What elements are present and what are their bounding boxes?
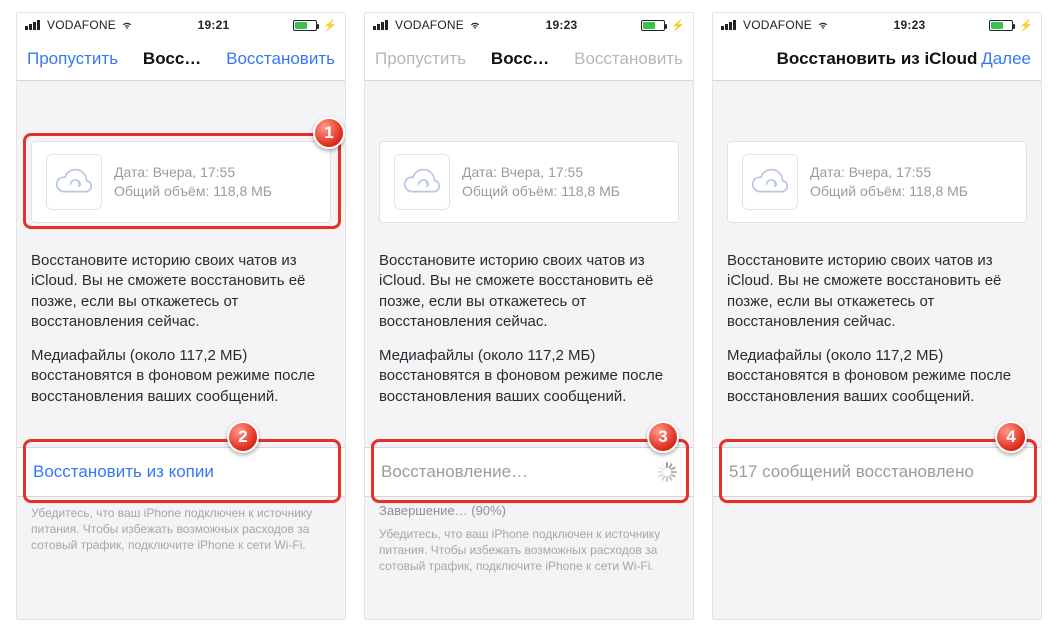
clock-label: 19:23 [894, 18, 926, 32]
wifi-power-hint: Убедитесь, что ваш iPhone подключен к ис… [365, 518, 693, 575]
screen-2: VODAFONE 19:23 ⚡ Пропустить Восс… Восста… [364, 12, 694, 620]
carrier-label: VODAFONE [47, 18, 116, 32]
nav-next-button[interactable]: Далее [981, 49, 1031, 69]
progress-text: Завершение… (90%) [365, 497, 693, 518]
backup-card: Дата: Вчера, 17:55 Общий объём: 118,8 МБ [727, 141, 1027, 223]
nav-restore-button[interactable]: Восстановить [226, 49, 335, 69]
battery-icon [293, 20, 317, 31]
carrier-label: VODAFONE [743, 18, 812, 32]
restore-desc-2: Медиафайлы (около 117,2 МБ) восстановятс… [17, 332, 345, 407]
wifi-icon [816, 18, 830, 32]
icloud-icon [46, 154, 102, 210]
charging-icon: ⚡ [1019, 19, 1033, 32]
action-label: 517 сообщений восстановлено [729, 462, 974, 482]
backup-info: Дата: Вчера, 17:55 Общий объём: 118,8 МБ [810, 163, 968, 201]
restore-desc-2: Медиафайлы (около 117,2 МБ) восстановятс… [713, 332, 1041, 407]
step-badge: 3 [647, 421, 679, 453]
status-bar: VODAFONE 19:21 ⚡ [17, 13, 345, 37]
nav-skip-button: Пропустить [375, 49, 466, 69]
signal-icon [373, 20, 388, 30]
backup-date: Дата: Вчера, 17:55 [462, 163, 620, 182]
icloud-icon [742, 154, 798, 210]
nav-title: Восс… [143, 49, 201, 69]
backup-size: Общий объём: 118,8 МБ [462, 182, 620, 201]
restore-desc-1: Восстановите историю своих чатов из iClo… [713, 237, 1041, 332]
charging-icon: ⚡ [671, 19, 685, 32]
wifi-icon [120, 18, 134, 32]
restore-desc-1: Восстановите историю своих чатов из iClo… [365, 237, 693, 332]
restore-desc-1: Восстановите историю своих чатов из iClo… [17, 237, 345, 332]
restored-status-row: 517 сообщений восстановлено [713, 447, 1041, 497]
restoring-status-row: Восстановление… [365, 447, 693, 497]
clock-label: 19:21 [198, 18, 230, 32]
nav-bar: Пропустить Восс… Восстановить [365, 37, 693, 81]
screens-row: VODAFONE 19:21 ⚡ Пропустить Восс… Восста… [0, 0, 1064, 632]
backup-card[interactable]: Дата: Вчера, 17:55 Общий объём: 118,8 МБ [31, 141, 331, 223]
icloud-icon [394, 154, 450, 210]
battery-icon [989, 20, 1013, 31]
backup-date: Дата: Вчера, 17:55 [810, 163, 968, 182]
backup-card: Дата: Вчера, 17:55 Общий объём: 118,8 МБ [379, 141, 679, 223]
signal-icon [721, 20, 736, 30]
nav-bar: Пропустить Восс… Восстановить [17, 37, 345, 81]
status-bar: VODAFONE 19:23 ⚡ [713, 13, 1041, 37]
wifi-icon [468, 18, 482, 32]
backup-date: Дата: Вчера, 17:55 [114, 163, 272, 182]
spinner-icon [657, 462, 677, 482]
clock-label: 19:23 [546, 18, 578, 32]
nav-bar: Восстановить из iCloud Далее [713, 37, 1041, 81]
carrier-label: VODAFONE [395, 18, 464, 32]
step-badge: 2 [227, 421, 259, 453]
backup-size: Общий объём: 118,8 МБ [114, 182, 272, 201]
battery-icon [641, 20, 665, 31]
content-area: Дата: Вчера, 17:55 Общий объём: 118,8 МБ… [17, 81, 345, 237]
content-area: Дата: Вчера, 17:55 Общий объём: 118,8 МБ [365, 81, 693, 237]
action-label: Восстановление… [381, 462, 528, 482]
action-label: Восстановить из копии [33, 462, 214, 482]
backup-info: Дата: Вчера, 17:55 Общий объём: 118,8 МБ [114, 163, 272, 201]
restore-from-backup-button[interactable]: Восстановить из копии [17, 447, 345, 497]
charging-icon: ⚡ [323, 19, 337, 32]
nav-title: Восс… [491, 49, 549, 69]
step-badge: 4 [995, 421, 1027, 453]
signal-icon [25, 20, 40, 30]
nav-skip-button[interactable]: Пропустить [27, 49, 118, 69]
wifi-power-hint: Убедитесь, что ваш iPhone подключен к ис… [17, 497, 345, 554]
screen-3: VODAFONE 19:23 ⚡ Восстановить из iCloud … [712, 12, 1042, 620]
backup-info: Дата: Вчера, 17:55 Общий объём: 118,8 МБ [462, 163, 620, 201]
backup-size: Общий объём: 118,8 МБ [810, 182, 968, 201]
screen-1: VODAFONE 19:21 ⚡ Пропустить Восс… Восста… [16, 12, 346, 620]
status-bar: VODAFONE 19:23 ⚡ [365, 13, 693, 37]
content-area: Дата: Вчера, 17:55 Общий объём: 118,8 МБ [713, 81, 1041, 237]
restore-desc-2: Медиафайлы (около 117,2 МБ) восстановятс… [365, 332, 693, 407]
nav-title: Восстановить из iCloud [777, 49, 978, 69]
nav-restore-button: Восстановить [574, 49, 683, 69]
step-badge: 1 [313, 117, 345, 149]
